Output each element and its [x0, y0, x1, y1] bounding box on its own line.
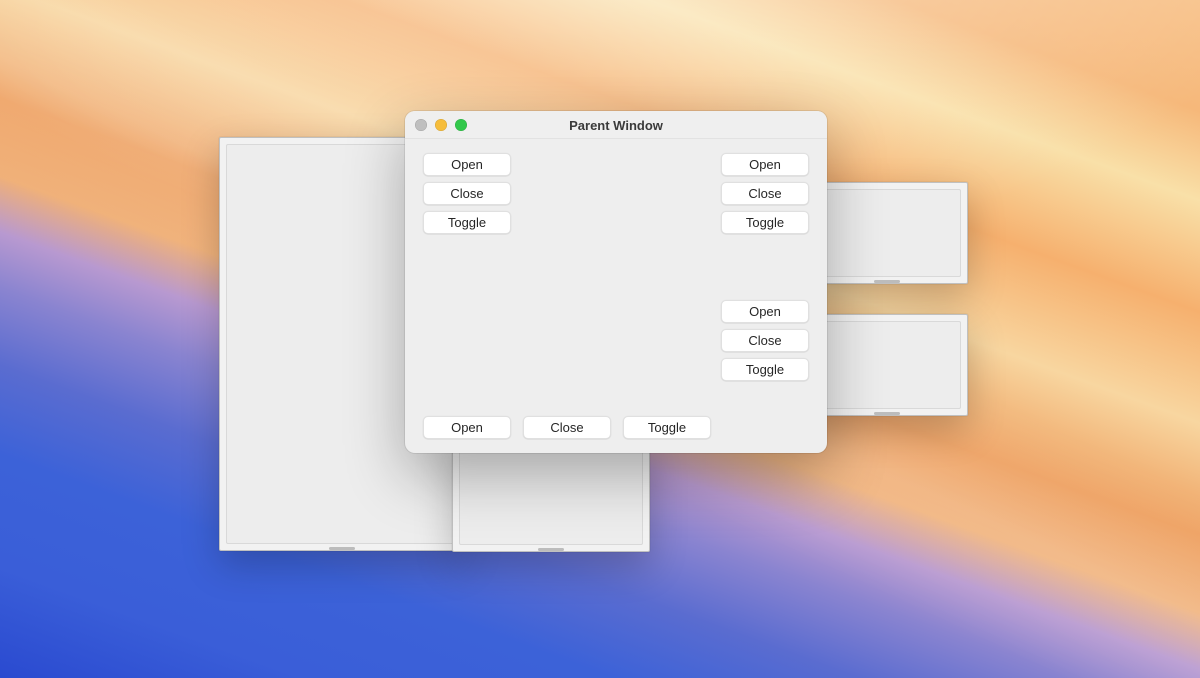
toggle-button[interactable]: Toggle — [721, 211, 809, 234]
titlebar[interactable]: Parent Window — [405, 111, 827, 139]
toggle-button[interactable]: Toggle — [423, 211, 511, 234]
resize-grip-icon[interactable] — [874, 280, 900, 283]
minimize-icon[interactable] — [435, 119, 447, 131]
resize-grip-icon[interactable] — [538, 548, 564, 551]
parent-window[interactable]: Parent Window Open Close Toggle Open Clo… — [405, 111, 827, 453]
background-window-mid-right[interactable] — [806, 314, 968, 416]
button-group-top-right: Open Close Toggle — [721, 153, 809, 234]
button-group-top-left: Open Close Toggle — [423, 153, 511, 234]
open-button[interactable]: Open — [423, 153, 511, 176]
open-button[interactable]: Open — [423, 416, 511, 439]
close-icon[interactable] — [415, 119, 427, 131]
background-window-top-right[interactable] — [806, 182, 968, 284]
button-group-mid-right: Open Close Toggle — [721, 300, 809, 381]
zoom-icon[interactable] — [455, 119, 467, 131]
resize-grip-icon[interactable] — [329, 547, 355, 550]
toggle-button[interactable]: Toggle — [623, 416, 711, 439]
close-button[interactable]: Close — [523, 416, 611, 439]
close-button[interactable]: Close — [721, 182, 809, 205]
window-title: Parent Window — [569, 118, 663, 133]
button-group-bottom: Open Close Toggle — [423, 416, 711, 439]
open-button[interactable]: Open — [721, 300, 809, 323]
close-button[interactable]: Close — [721, 329, 809, 352]
window-controls — [415, 119, 467, 131]
window-content: Open Close Toggle Open Close Toggle Open… — [405, 139, 827, 453]
toggle-button[interactable]: Toggle — [721, 358, 809, 381]
close-button[interactable]: Close — [423, 182, 511, 205]
resize-grip-icon[interactable] — [874, 412, 900, 415]
open-button[interactable]: Open — [721, 153, 809, 176]
